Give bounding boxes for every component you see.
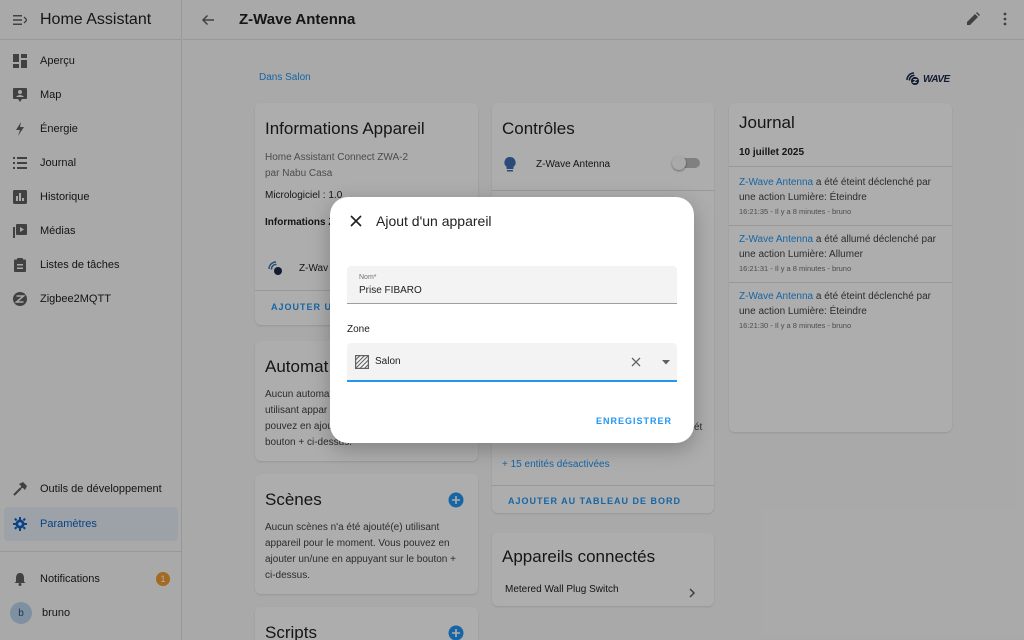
name-field[interactable]: Nom* bbox=[347, 266, 677, 304]
clear-icon[interactable] bbox=[629, 355, 643, 369]
add-device-dialog: Ajout d'un appareil Nom* Zone Salon ENRE… bbox=[330, 197, 694, 443]
dropdown-arrow-icon[interactable] bbox=[659, 355, 673, 369]
area-icon bbox=[355, 355, 370, 370]
name-field-label: Nom* bbox=[359, 274, 377, 281]
save-button[interactable]: ENREGISTRER bbox=[596, 416, 672, 426]
close-icon[interactable] bbox=[348, 213, 364, 229]
name-input[interactable] bbox=[359, 285, 659, 296]
zone-picker[interactable]: Salon bbox=[347, 343, 677, 382]
dialog-title: Ajout d'un appareil bbox=[376, 213, 492, 229]
zone-label: Zone bbox=[347, 324, 370, 335]
